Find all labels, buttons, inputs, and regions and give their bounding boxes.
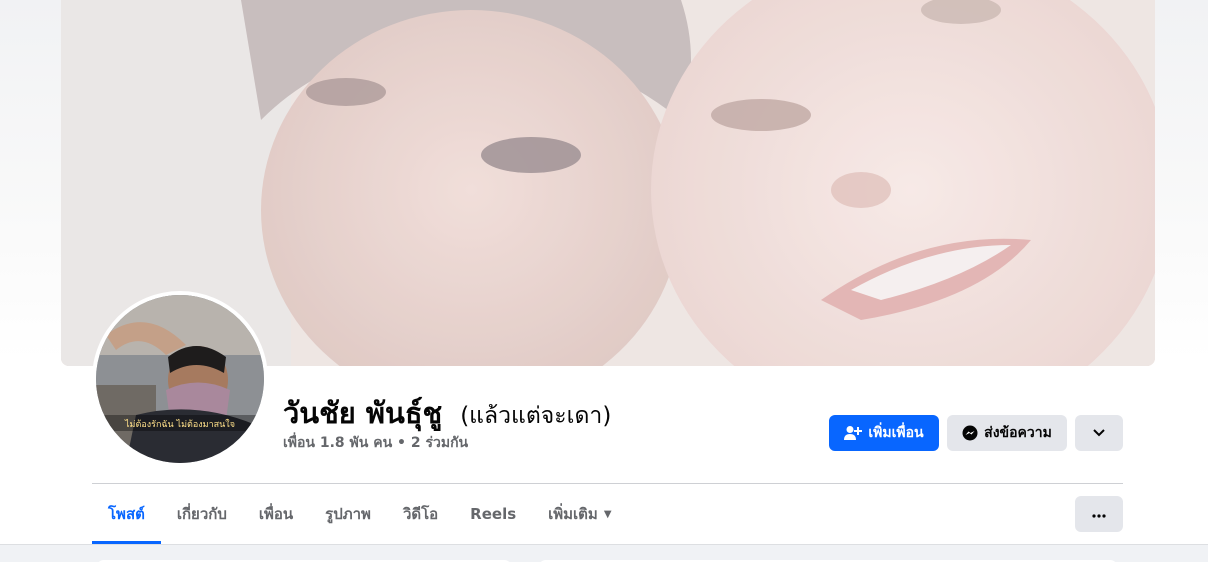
tab-reels[interactable]: Reels: [454, 484, 532, 544]
profile-avatar[interactable]: ไม่ต้องรักฉัน ไม่ต้องมาสนใจ: [96, 295, 264, 463]
tab-friends-label: เพื่อน: [258, 505, 294, 523]
profile-name: วันชัย พันธุ์ชู: [283, 396, 443, 430]
profile-name-row: วันชัย พันธุ์ชู (แล้วแต่จะเดา): [283, 390, 611, 436]
tab-photos[interactable]: รูปภาพ: [309, 484, 387, 544]
profile-tabs: โพสต์ เกี่ยวกับ เพื่อน รูปภาพ วิดีโอ Ree…: [92, 484, 628, 544]
tab-videos-label: วิดีโอ: [402, 505, 439, 523]
chevron-down-icon: [1093, 425, 1105, 441]
tab-about-label: เกี่ยวกับ: [176, 505, 227, 523]
tab-friends[interactable]: เพื่อน: [243, 484, 309, 544]
tab-photos-label: รูปภาพ: [325, 505, 371, 523]
ellipsis-icon: [1092, 506, 1106, 522]
tab-about[interactable]: เกี่ยวกับ: [161, 484, 243, 544]
friends-summary[interactable]: เพื่อน 1.8 พัน คน • 2 ร่วมกัน: [283, 432, 468, 454]
add-friend-icon: [844, 425, 863, 441]
tab-more[interactable]: เพิ่มเติม ▼: [532, 484, 627, 544]
tab-options-button[interactable]: [1075, 496, 1123, 532]
profile-alternate-name: (แล้วแต่จะเดา): [460, 403, 612, 429]
tab-reels-label: Reels: [470, 505, 517, 523]
tab-posts-label: โพสต์: [108, 505, 145, 523]
tab-videos[interactable]: วิดีโอ: [387, 484, 454, 544]
profile-page: ไม่ต้องรักฉัน ไม่ต้องมาสนใจ วันชัย พันธุ…: [0, 0, 1208, 562]
caret-down-icon: ▼: [603, 508, 612, 520]
profile-more-button[interactable]: [1075, 415, 1123, 451]
add-friend-button[interactable]: เพิ่มเพื่อน: [829, 415, 939, 451]
tab-more-label: เพิ่มเติม: [548, 505, 598, 523]
message-button[interactable]: ส่งข้อความ: [947, 415, 1067, 451]
avatar-caption: ไม่ต้องรักฉัน ไม่ต้องมาสนใจ: [124, 419, 235, 430]
tab-posts[interactable]: โพสต์: [92, 484, 161, 544]
messenger-icon: [962, 425, 978, 441]
add-friend-label: เพิ่มเพื่อน: [868, 425, 924, 441]
message-label: ส่งข้อความ: [984, 425, 1052, 441]
